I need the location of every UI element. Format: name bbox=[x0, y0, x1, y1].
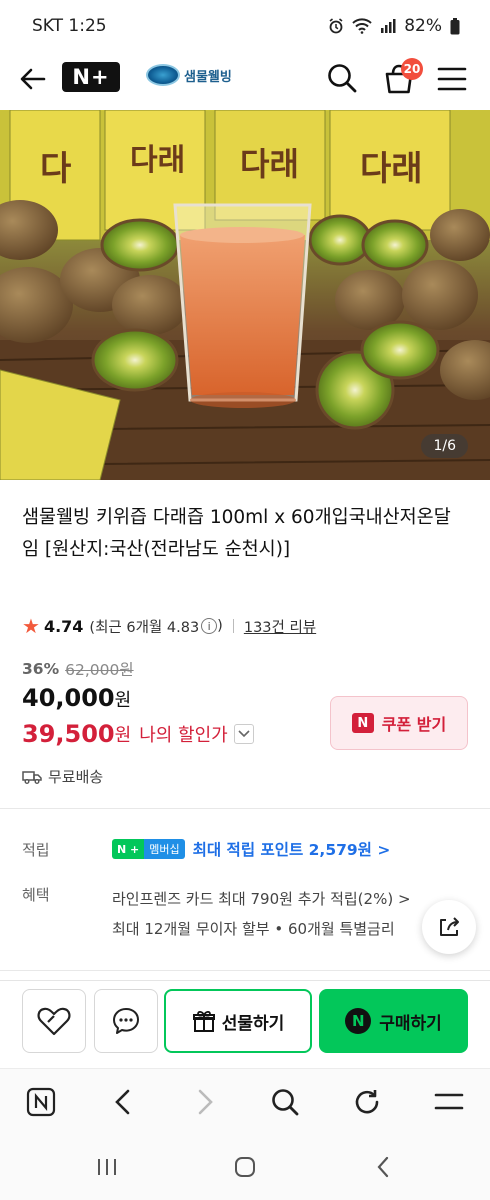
browser-menu-button[interactable] bbox=[432, 1085, 466, 1119]
original-price: 62,000원 bbox=[65, 661, 134, 679]
product-image[interactable]: 다 다래 다래 다래 1/6 bbox=[0, 110, 490, 480]
section-divider bbox=[0, 970, 490, 971]
share-button[interactable] bbox=[422, 900, 476, 954]
naver-n-icon: N bbox=[351, 713, 374, 733]
benefit-installment-line: 최대 12개월 무이자 할부 • 60개월 특별금리 bbox=[112, 920, 395, 938]
rating-recent-close: ) bbox=[217, 618, 223, 634]
svg-text:다래: 다래 bbox=[130, 143, 185, 178]
gift-button[interactable]: 선물하기 bbox=[164, 989, 312, 1053]
benefit-label: 혜택 bbox=[22, 886, 50, 904]
my-price-value: 39,500 bbox=[22, 720, 115, 748]
wifi-icon bbox=[352, 18, 372, 34]
naver-home-button[interactable] bbox=[24, 1085, 58, 1119]
naver-pay-n-icon: N bbox=[345, 1008, 372, 1034]
gift-icon bbox=[192, 1010, 215, 1032]
browser-forward-button[interactable] bbox=[188, 1085, 222, 1119]
membership-badge: N + 멤버십 bbox=[112, 839, 185, 859]
hamburger-menu-icon[interactable] bbox=[436, 64, 468, 94]
truck-icon bbox=[22, 770, 42, 784]
store-brand-logo[interactable]: 샘물웰빙 bbox=[146, 64, 232, 86]
search-icon[interactable] bbox=[326, 62, 358, 94]
carrier-time: SKT 1:25 bbox=[32, 16, 107, 36]
kiwi-juice-photo: 다 다래 다래 다래 bbox=[0, 110, 490, 480]
system-back-button[interactable] bbox=[368, 1154, 398, 1180]
status-icons: 82% bbox=[328, 16, 460, 36]
max-points-text: 최대 적립 포인트 2,579원 > bbox=[192, 841, 391, 859]
my-discount-price[interactable]: 39,500 원 나의 할인가 bbox=[22, 720, 254, 748]
coupon-button[interactable]: N 쿠폰 받기 bbox=[330, 696, 468, 750]
chevron-right-icon bbox=[198, 1089, 213, 1115]
refresh-button[interactable] bbox=[350, 1085, 384, 1119]
benefit-row[interactable]: 혜택 라인프렌즈 카드 최대 790원 추가 적립(2%) > 최대 12개월 … bbox=[22, 884, 472, 944]
back-icon bbox=[377, 1156, 389, 1178]
svg-text:다래: 다래 bbox=[360, 149, 423, 189]
points-label: 적립 bbox=[22, 840, 50, 859]
discount-row: 36% 62,000원 bbox=[22, 658, 134, 680]
hamburger-menu-icon bbox=[434, 1093, 464, 1110]
talk-talk-button[interactable] bbox=[94, 989, 158, 1053]
currency-unit: 원 bbox=[114, 725, 132, 746]
recent-apps-icon bbox=[98, 1159, 116, 1175]
points-row[interactable]: 적립 N + 멤버십 최대 적립 포인트 2,579원 > bbox=[22, 838, 472, 860]
my-price-label: 나의 할인가 bbox=[139, 725, 228, 746]
battery-percent: 82% bbox=[404, 16, 442, 36]
home-button[interactable] bbox=[230, 1154, 260, 1180]
sale-price-value: 40,000 bbox=[22, 684, 115, 712]
sale-price: 40,000원 bbox=[22, 684, 131, 712]
section-divider bbox=[0, 808, 490, 809]
badge-nplus: N + bbox=[112, 839, 145, 859]
rating-recent: (최근 6개월 4.83 bbox=[89, 619, 200, 636]
star-icon: ★ bbox=[22, 614, 40, 638]
cart-count-badge: 20 bbox=[401, 58, 423, 80]
benefit-lines: 라인프렌즈 카드 최대 790원 추가 적립(2%) > 최대 12개월 무이자… bbox=[112, 884, 411, 944]
benefit-card-line: 라인프렌즈 카드 최대 790원 추가 적립(2%) > bbox=[112, 890, 411, 908]
browser-back-button[interactable] bbox=[106, 1085, 140, 1119]
heart-icon bbox=[37, 1007, 71, 1036]
svg-text:다: 다 bbox=[40, 149, 71, 189]
chevron-down-icon[interactable] bbox=[233, 724, 254, 744]
system-nav-bar bbox=[0, 1134, 490, 1200]
brand-name: 샘물웰빙 bbox=[184, 69, 232, 85]
purchase-action-bar: 선물하기 N 구매하기 bbox=[0, 980, 490, 1064]
back-arrow-icon[interactable] bbox=[18, 64, 48, 94]
refresh-icon bbox=[355, 1090, 379, 1114]
buy-button[interactable]: N 구매하기 bbox=[319, 989, 468, 1053]
shipping-row: 무료배송 bbox=[22, 766, 103, 787]
image-counter: 1/6 bbox=[421, 434, 468, 458]
app-header: N+ 샘물웰빙 20 bbox=[0, 52, 490, 104]
home-icon bbox=[235, 1157, 255, 1177]
status-bar: SKT 1:25 82% bbox=[0, 0, 490, 52]
coupon-label: 쿠폰 받기 bbox=[381, 715, 447, 734]
discount-rate: 36% bbox=[22, 660, 60, 678]
browser-nav-bar bbox=[0, 1068, 490, 1134]
rating-value: 4.74 bbox=[43, 616, 84, 636]
battery-icon bbox=[450, 17, 460, 34]
browser-search-button[interactable] bbox=[268, 1085, 302, 1119]
chevron-left-icon bbox=[115, 1089, 130, 1115]
info-icon[interactable]: i bbox=[201, 618, 218, 634]
gift-label: 선물하기 bbox=[221, 1013, 285, 1034]
wishlist-button[interactable] bbox=[22, 989, 86, 1053]
naver-plus-logo[interactable]: N+ bbox=[62, 62, 120, 92]
badge-membership: 멤버십 bbox=[144, 839, 185, 859]
recent-apps-button[interactable] bbox=[92, 1154, 122, 1180]
naver-n-icon bbox=[26, 1087, 56, 1117]
shipping-text: 무료배송 bbox=[48, 768, 104, 786]
svg-text:다래: 다래 bbox=[240, 145, 299, 183]
chat-bubble-icon bbox=[113, 1008, 139, 1034]
signal-icon bbox=[381, 19, 396, 33]
rating-row: ★ 4.74 (최근 6개월 4.83 i ) 133건 리뷰 bbox=[22, 614, 316, 638]
currency-unit: 원 bbox=[114, 690, 132, 711]
divider bbox=[232, 619, 234, 633]
share-icon bbox=[440, 917, 459, 936]
product-title: 샘물웰빙 키위즙 다래즙 100ml x 60개입국내산저온달임 [원산지:국산… bbox=[22, 507, 451, 560]
review-count-link[interactable]: 133건 리뷰 bbox=[244, 616, 316, 637]
buy-label: 구매하기 bbox=[379, 1013, 442, 1034]
alarm-icon bbox=[329, 18, 343, 34]
search-icon bbox=[272, 1089, 299, 1116]
brand-emblem-icon bbox=[146, 64, 180, 86]
